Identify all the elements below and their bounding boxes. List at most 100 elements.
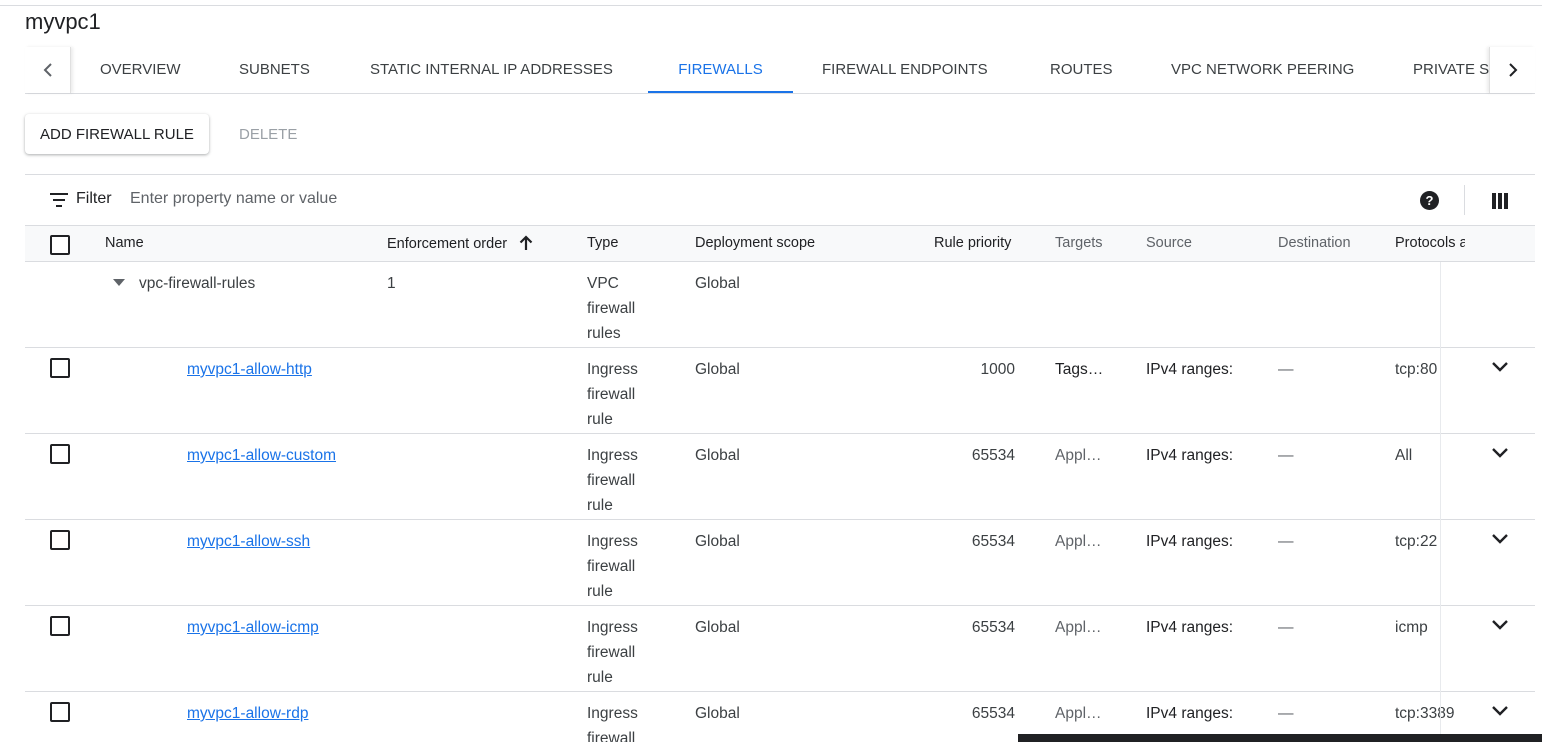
filter-icon[interactable] (50, 193, 68, 207)
rule-deployment-scope: Global (695, 447, 740, 464)
rule-deployment-scope: Global (695, 533, 740, 550)
row-checkbox[interactable] (50, 616, 70, 636)
rule-type-line: rule (587, 583, 613, 600)
rule-protocols: tcp:3389 (1395, 705, 1455, 722)
filter-bar: Filter ? (25, 174, 1535, 226)
top-divider (0, 5, 1542, 6)
toolbar-divider (1464, 185, 1465, 215)
tab-subnets[interactable]: SUBNETS (239, 47, 310, 93)
tab-scroll-right-button[interactable] (1489, 47, 1535, 93)
table-row: myvpc1-allow-icmp Ingress firewall rule … (25, 606, 1535, 692)
rule-name-link[interactable]: myvpc1-allow-http (187, 357, 312, 382)
column-header-destination[interactable]: Destination (1278, 235, 1351, 251)
bottom-panel-edge (1018, 734, 1542, 742)
expand-row-chevron-icon[interactable] (1491, 618, 1509, 632)
rule-protocols: All (1395, 447, 1413, 464)
rule-destination: — (1278, 619, 1294, 636)
rule-priority: 65534 (971, 619, 1015, 636)
tab-private-services[interactable]: PRIVATE S (1413, 47, 1489, 93)
column-header-deployment-scope[interactable]: Deployment scope (695, 235, 815, 251)
rule-type: Ingress firewall rule (587, 701, 638, 742)
rule-protocols: icmp (1395, 619, 1428, 636)
group-deployment-scope: Global (695, 275, 740, 292)
column-header-targets[interactable]: Targets (1055, 235, 1103, 251)
tab-routes[interactable]: ROUTES (1050, 47, 1113, 93)
expand-row-chevron-icon[interactable] (1491, 704, 1509, 718)
rule-name-link[interactable]: myvpc1-allow-custom (187, 443, 336, 468)
group-type-line: VPC (587, 275, 619, 292)
rule-type-line: firewall (587, 730, 636, 742)
tab-static-internal-ip-addresses[interactable]: STATIC INTERNAL IP ADDRESSES (370, 47, 613, 93)
help-icon[interactable]: ? (1420, 191, 1439, 210)
row-checkbox[interactable] (50, 530, 70, 550)
tab-firewall-endpoints[interactable]: FIREWALL ENDPOINTS (822, 47, 988, 93)
rule-source: IPv4 ranges: (1146, 361, 1234, 378)
rule-source: IPv4 ranges: (1146, 619, 1234, 636)
row-checkbox[interactable] (50, 702, 70, 722)
expand-row-chevron-icon[interactable] (1491, 532, 1509, 546)
filter-input[interactable] (130, 188, 630, 210)
tab-strip: OVERVIEW SUBNETS STATIC INTERNAL IP ADDR… (71, 47, 1489, 93)
column-header-rule-priority[interactable]: Rule priority (934, 235, 1011, 251)
column-header-source[interactable]: Source (1146, 235, 1192, 251)
rule-targets: Appl… (1055, 705, 1102, 722)
rule-type-line: firewall (587, 472, 636, 489)
rule-destination: — (1278, 705, 1294, 722)
rule-name-link[interactable]: myvpc1-allow-ssh (187, 529, 310, 554)
group-type-line: firewall (587, 300, 636, 317)
rule-targets: Appl… (1055, 447, 1102, 464)
rule-type-line: Ingress (587, 619, 638, 636)
filter-label[interactable]: Filter (76, 190, 112, 208)
rule-type: Ingress firewall rule (587, 357, 638, 432)
table-row: myvpc1-allow-ssh Ingress firewall rule G… (25, 520, 1535, 606)
tab-vpc-network-peering[interactable]: VPC NETWORK PEERING (1171, 47, 1354, 93)
expand-row-chevron-icon[interactable] (1491, 360, 1509, 374)
rule-type-line: rule (587, 497, 613, 514)
rule-destination: — (1278, 533, 1294, 550)
rule-source: IPv4 ranges: (1146, 447, 1234, 464)
tab-scroll-left-button[interactable] (25, 47, 71, 93)
rule-type: Ingress firewall rule (587, 529, 638, 604)
table-header-row: Name Enforcement order Type Deployment s… (25, 226, 1535, 262)
group-type: VPC firewall rules (587, 271, 635, 346)
rule-targets: Appl… (1055, 533, 1102, 550)
column-display-options-icon[interactable] (1492, 193, 1508, 209)
select-all-checkbox[interactable] (50, 235, 70, 255)
firewall-rules-table: Name Enforcement order Type Deployment s… (25, 226, 1535, 742)
column-header-enforcement-order[interactable]: Enforcement order (387, 235, 533, 252)
tab-bar: OVERVIEW SUBNETS STATIC INTERNAL IP ADDR… (25, 47, 1535, 94)
rule-name-link[interactable]: myvpc1-allow-rdp (187, 701, 308, 726)
rule-name-link[interactable]: myvpc1-allow-icmp (187, 615, 319, 640)
table-row: myvpc1-allow-http Ingress firewall rule … (25, 348, 1535, 434)
delete-button[interactable]: DELETE (225, 114, 311, 154)
rule-protocols: tcp:22 (1395, 533, 1438, 550)
tab-firewalls[interactable]: FIREWALLS (648, 47, 793, 93)
rule-source: IPv4 ranges: (1146, 533, 1234, 550)
column-header-protocols[interactable]: Protocols a (1395, 235, 1465, 251)
column-header-type[interactable]: Type (587, 235, 618, 251)
row-checkbox[interactable] (50, 444, 70, 464)
expand-row-chevron-icon[interactable] (1491, 446, 1509, 460)
rule-type-line: rule (587, 411, 613, 428)
table-group-row: vpc-firewall-rules 1 VPC firewall rules … (25, 262, 1535, 348)
column-header-enforcement-order-label: Enforcement order (387, 236, 508, 252)
rule-deployment-scope: Global (695, 361, 740, 378)
rule-targets: Appl… (1055, 619, 1102, 636)
add-firewall-rule-button[interactable]: ADD FIREWALL RULE (25, 114, 209, 154)
rule-type: Ingress firewall rule (587, 443, 638, 518)
group-enforcement-order: 1 (387, 275, 396, 292)
rule-priority: 65534 (971, 705, 1015, 722)
group-name: vpc-firewall-rules (139, 275, 256, 292)
rule-priority: 1000 (980, 361, 1015, 378)
rule-deployment-scope: Global (695, 705, 740, 722)
rule-type-line: Ingress (587, 705, 638, 722)
rule-priority: 65534 (971, 447, 1015, 464)
rule-type-line: firewall (587, 644, 636, 661)
rule-destination: — (1278, 361, 1294, 378)
column-header-name[interactable]: Name (105, 235, 144, 251)
rule-type-line: firewall (587, 386, 636, 403)
tab-overview[interactable]: OVERVIEW (100, 47, 181, 93)
row-checkbox[interactable] (50, 358, 70, 378)
rule-destination: — (1278, 447, 1294, 464)
collapse-caret-icon[interactable] (113, 279, 125, 286)
